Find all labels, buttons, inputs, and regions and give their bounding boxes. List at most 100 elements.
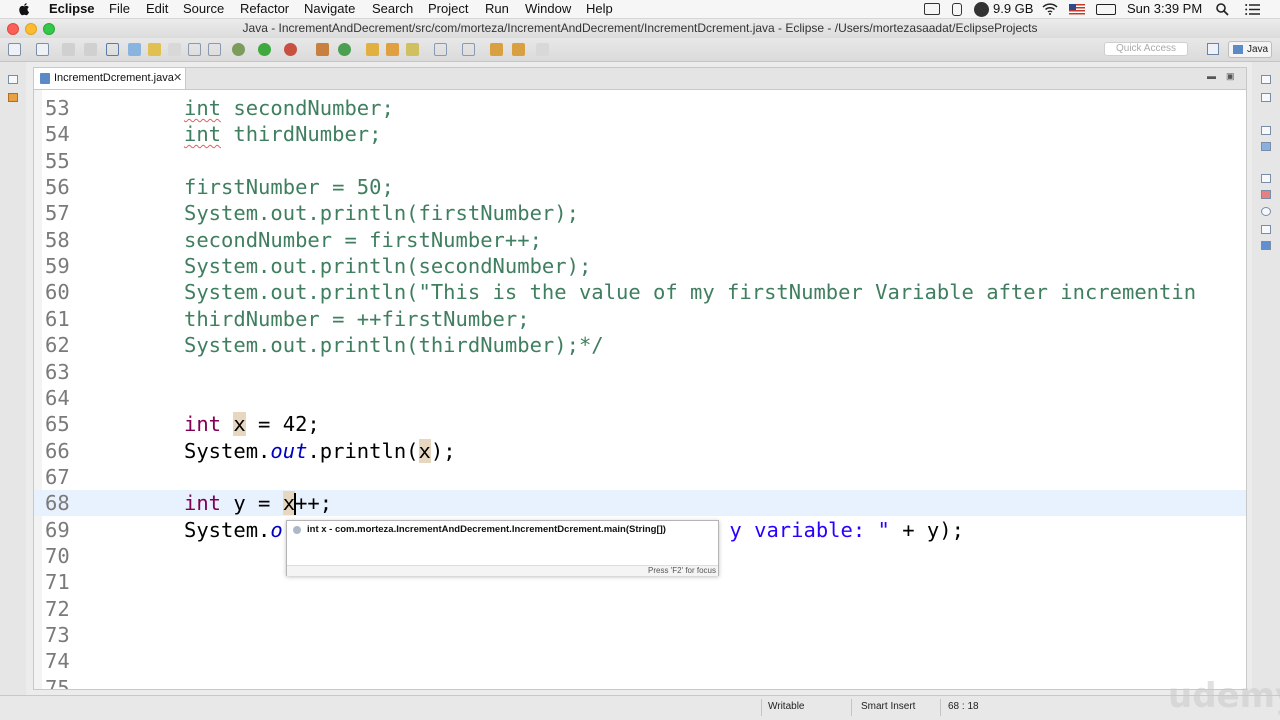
code-line: 60 System.out.println("This is the value … <box>45 280 1197 304</box>
focus-hint: Press 'F2' for focus <box>648 566 716 575</box>
java-perspective-icon <box>1233 45 1243 54</box>
menu-refactor[interactable]: Refactor <box>240 1 289 16</box>
next-annotation-icon[interactable] <box>462 43 475 56</box>
skip-breakpoints-icon[interactable] <box>106 43 119 56</box>
code-text: secondNumber = firstNumber++; <box>184 228 542 252</box>
left-trim-bar <box>0 62 26 695</box>
restore-view-icon[interactable] <box>1261 126 1271 135</box>
new-package-icon[interactable] <box>366 43 379 56</box>
menu-run[interactable]: Run <box>485 1 509 16</box>
menu-edit[interactable]: Edit <box>146 1 168 16</box>
code-line: 65 int x = 42; <box>45 412 320 436</box>
coverage-icon[interactable] <box>284 43 297 56</box>
open-type-icon[interactable] <box>406 43 419 56</box>
current-code-line: 68 int y = x++; <box>34 490 1246 516</box>
code-text: int x = 42; <box>184 412 320 436</box>
menu-help[interactable]: Help <box>586 1 613 16</box>
run-icon[interactable] <box>258 43 271 56</box>
wifi-icon[interactable] <box>1042 3 1058 15</box>
new-java-project-icon[interactable] <box>338 43 351 56</box>
debug-icon[interactable] <box>232 43 245 56</box>
code-text: firstNumber = 50; <box>184 175 394 199</box>
java-perspective-button[interactable]: Java <box>1228 41 1272 58</box>
code-text: int y = x++; <box>184 491 333 515</box>
insert-mode-status: Smart Insert <box>861 701 916 712</box>
save-icon[interactable] <box>36 43 49 56</box>
new-icon[interactable] <box>8 43 21 56</box>
spotlight-search-icon[interactable] <box>1216 3 1229 16</box>
code-line: 61 thirdNumber = ++firstNumber; <box>45 307 530 331</box>
window-title: Java - IncrementAndDecrement/src/com/mor… <box>242 21 1038 35</box>
code-line: 54 int thirdNumber; <box>45 122 382 146</box>
writable-status: Writable <box>768 701 805 712</box>
cursor-position: 68 : 18 <box>948 701 979 712</box>
javadoc-icon[interactable] <box>1261 207 1271 216</box>
app-name-menu[interactable]: Eclipse <box>49 1 95 16</box>
restore-outline-icon[interactable] <box>1261 75 1271 84</box>
block-selection-icon[interactable] <box>168 43 181 56</box>
phone-icon[interactable] <box>952 3 962 16</box>
forward-icon[interactable] <box>512 43 525 56</box>
code-line: 67 <box>45 465 70 489</box>
minimize-editor-icon[interactable]: ▬ <box>1207 71 1216 81</box>
code-editor[interactable]: 53 int secondNumber; 54 int thirdNumber; 5… <box>33 89 1247 690</box>
java-perspective-label: Java <box>1247 44 1269 55</box>
save-all-icon[interactable] <box>62 43 75 56</box>
notification-center-icon[interactable] <box>1245 4 1260 15</box>
code-line: 53 int secondNumber; <box>45 96 394 120</box>
console-icon[interactable] <box>1261 241 1271 250</box>
maximize-editor-icon[interactable]: ▣ <box>1226 71 1235 82</box>
package-explorer-icon[interactable] <box>8 93 18 102</box>
menu-search[interactable]: Search <box>372 1 413 16</box>
restore-bottom-icon[interactable] <box>1261 174 1271 183</box>
new-class-icon[interactable] <box>386 43 399 56</box>
code-line: 64 <box>45 386 70 410</box>
main-toolbar <box>0 38 1280 62</box>
restore-package-explorer-icon[interactable] <box>8 75 18 84</box>
window-titlebar: Java - IncrementAndDecrement/src/com/mor… <box>0 19 1280 38</box>
menu-source[interactable]: Source <box>183 1 224 16</box>
hover-footer: Press 'F2' for focus <box>287 565 718 576</box>
code-line: 74 <box>45 649 70 673</box>
battery-icon[interactable] <box>1096 4 1116 15</box>
close-tab-icon[interactable]: ✕ <box>173 71 182 84</box>
java-file-icon <box>40 73 50 84</box>
menu-file[interactable]: File <box>109 1 130 16</box>
memory-monitor-icon[interactable] <box>974 2 989 17</box>
apple-logo-icon[interactable] <box>18 2 31 16</box>
tab-incrementdcrement-java[interactable]: IncrementDcrement.java ✕ <box>34 68 186 90</box>
code-line: 57 System.out.println(firstNumber); <box>45 201 579 225</box>
outline-icon[interactable] <box>1261 142 1271 151</box>
flag-icon[interactable] <box>1069 4 1085 15</box>
search-toolbar-icon[interactable] <box>434 43 447 56</box>
external-tools-icon[interactable] <box>316 43 329 56</box>
show-whitespace-icon[interactable] <box>188 43 201 56</box>
word-wrap-icon[interactable] <box>208 43 221 56</box>
code-line: 73 <box>45 623 70 647</box>
print-icon[interactable] <box>84 43 97 56</box>
menu-navigate[interactable]: Navigate <box>304 1 355 16</box>
code-text: int secondNumber; <box>184 96 394 120</box>
code-line: 55 <box>45 149 70 173</box>
toggle-mark-occurrences-icon[interactable] <box>128 43 141 56</box>
code-line: 56 firstNumber = 50; <box>45 175 394 199</box>
memory-usage[interactable]: 9.9 GB <box>993 1 1033 16</box>
open-perspective-icon[interactable] <box>1207 43 1219 55</box>
hover-info-popup[interactable]: int x - com.morteza.IncrementAndDecremen… <box>286 520 719 576</box>
code-text: System.out.println("This is the value of… <box>184 280 1197 304</box>
back-icon[interactable] <box>490 43 503 56</box>
editor-tab-bar: IncrementDcrement.java ✕ <box>33 67 1247 90</box>
screen-record-icon[interactable] <box>924 3 940 15</box>
code-text: System.out.println(firstNumber); <box>184 201 579 225</box>
udemy-watermark: udemy <box>1168 676 1280 716</box>
menu-window[interactable]: Window <box>525 1 571 16</box>
menu-project[interactable]: Project <box>428 1 468 16</box>
highlight-icon[interactable] <box>148 43 161 56</box>
last-edit-location-icon[interactable] <box>536 43 549 56</box>
code-text: int thirdNumber; <box>184 122 382 146</box>
task-list-icon[interactable] <box>1261 93 1271 102</box>
quick-access-input[interactable]: Quick Access <box>1104 42 1188 56</box>
problems-icon[interactable] <box>1261 190 1271 199</box>
declaration-icon[interactable] <box>1261 225 1271 234</box>
clock[interactable]: Sun 3:39 PM <box>1127 1 1202 16</box>
